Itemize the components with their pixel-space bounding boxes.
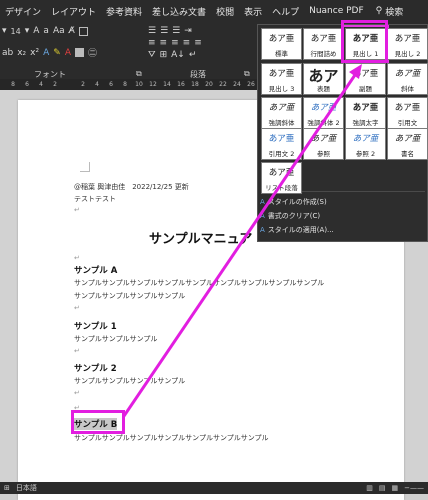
- annotation-arrow-line: [122, 71, 359, 417]
- word-window: デザイン レイアウト 参考資料 差し込み文書 校閲 表示 ヘルプ Nuance …: [0, 0, 428, 500]
- annotation-overlay: [122, 64, 362, 417]
